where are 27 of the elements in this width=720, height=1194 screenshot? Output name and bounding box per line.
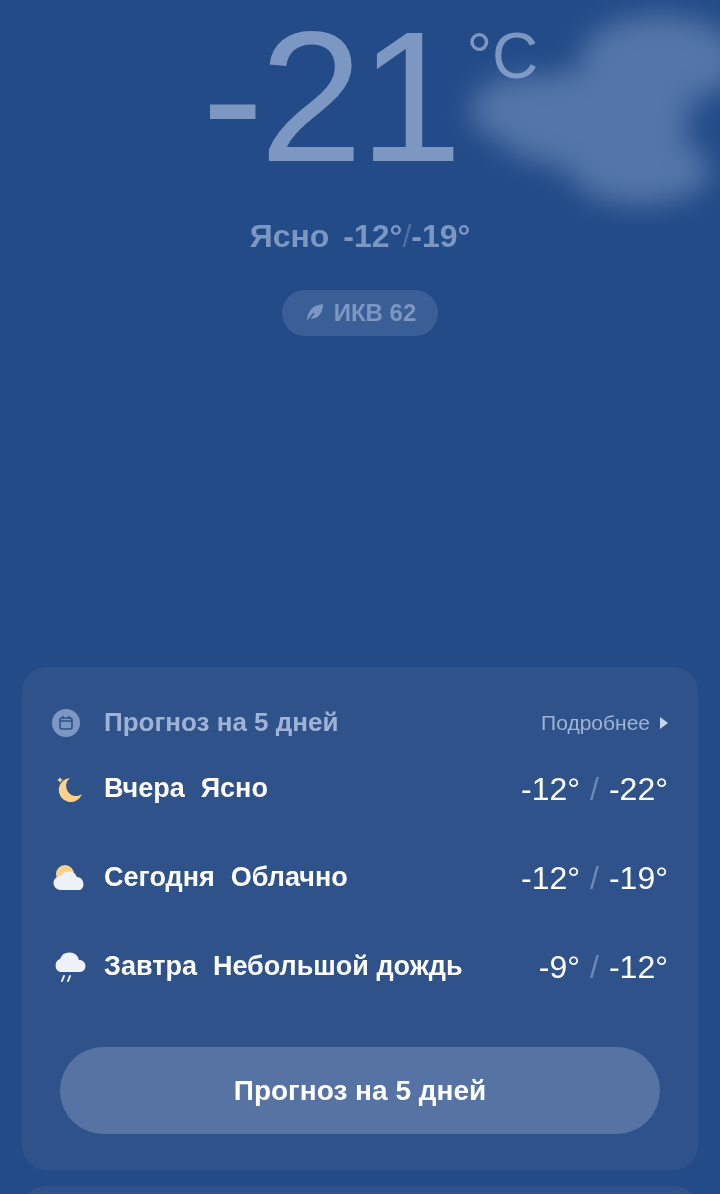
caret-icon — [660, 716, 668, 729]
forecast-high: -9° — [538, 947, 581, 987]
forecast-condition: Ясно — [200, 772, 268, 806]
forecast-button[interactable]: Прогноз на 5 дней — [60, 1047, 660, 1134]
calendar-icon — [52, 708, 80, 737]
forecast-low: -12° — [608, 947, 668, 987]
forecast-high: -12° — [521, 858, 581, 898]
temperature-separator: / — [590, 858, 599, 898]
low-temperature: -19° — [411, 217, 471, 256]
temperature-separator: / — [590, 769, 599, 809]
forecast-day: Вчера — [104, 768, 185, 809]
air-quality-badge[interactable]: ИКВ 62 — [281, 290, 439, 336]
temperature-unit: °C — [466, 24, 539, 88]
high-temperature: -12° — [343, 217, 403, 256]
current-condition: Ясно — [249, 217, 330, 256]
forecast-condition: Облачно — [230, 861, 348, 895]
forecast-low: -22° — [608, 769, 668, 809]
forecast-high: -12° — [521, 769, 581, 809]
more-link[interactable]: Подробнее — [541, 706, 668, 739]
temperature-separator: / — [402, 217, 412, 256]
temperature-separator: / — [590, 947, 599, 987]
forecast-condition: Небольшой дождь — [212, 950, 463, 984]
forecast-low: -19° — [608, 858, 668, 898]
forecast-day: Завтра — [104, 946, 197, 987]
forecast-title: Прогноз на 5 дней — [104, 706, 339, 739]
forecast-day: Сегодня — [104, 857, 215, 898]
current-temperature: -21 — [201, 4, 459, 190]
